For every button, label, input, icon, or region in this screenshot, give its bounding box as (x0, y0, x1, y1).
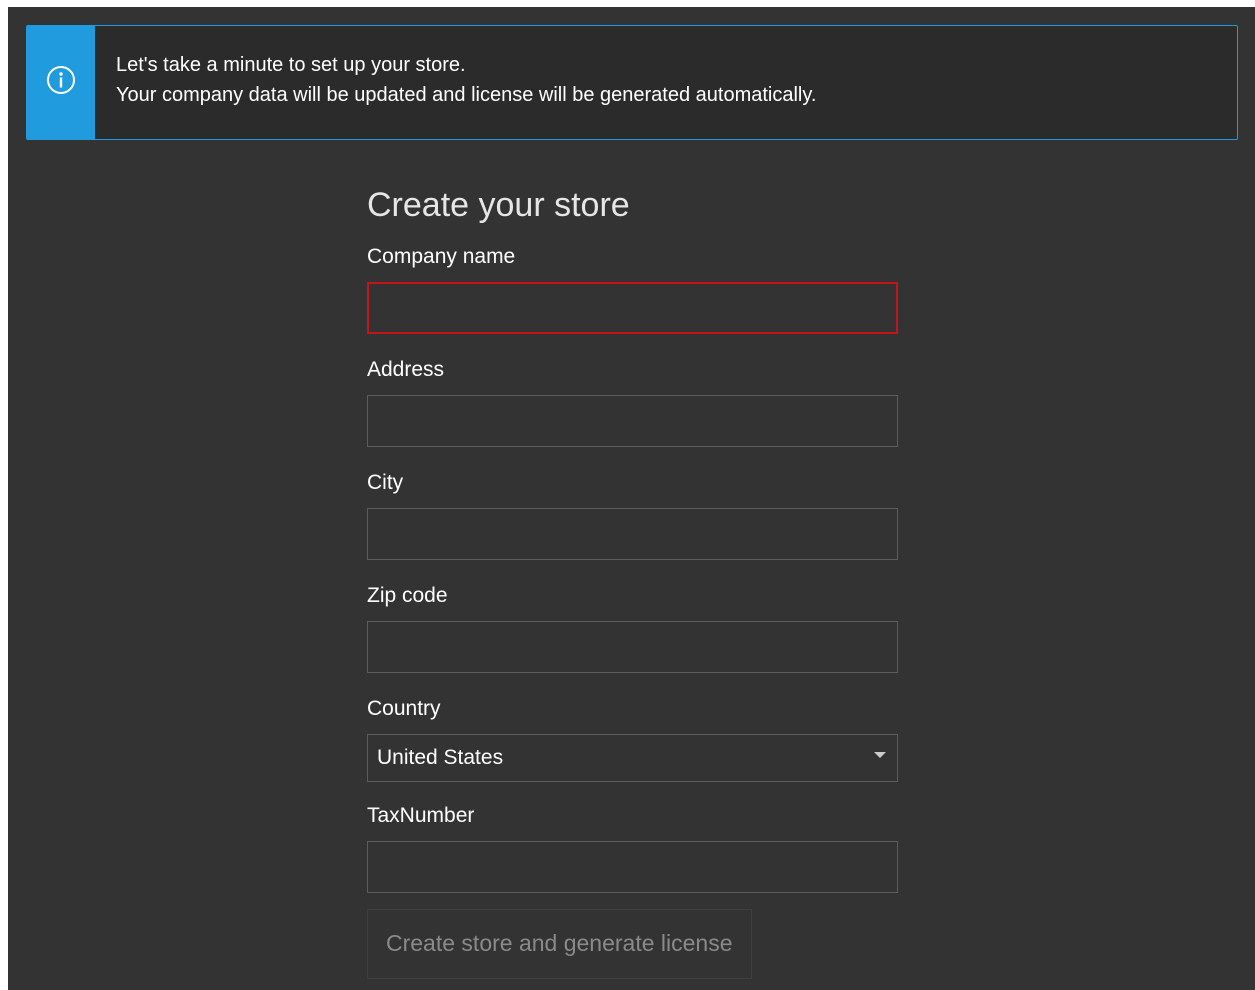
store-setup-window: Let's take a minute to set up your store… (8, 7, 1255, 990)
info-banner-line-1: Let's take a minute to set up your store… (116, 54, 466, 76)
address-input[interactable] (367, 395, 898, 447)
tax-number-label: TaxNumber (367, 804, 475, 827)
tax-number-input[interactable] (367, 841, 898, 893)
info-banner-icon-box (27, 26, 95, 139)
info-banner: Let's take a minute to set up your store… (26, 25, 1238, 140)
page-title: Create your store (367, 186, 630, 224)
address-label: Address (367, 358, 445, 381)
country-select[interactable]: United States (367, 734, 898, 782)
zip-code-input[interactable] (367, 621, 898, 673)
city-input[interactable] (367, 508, 898, 560)
caret-down-icon (874, 752, 886, 758)
zip-code-label: Zip code (367, 584, 448, 607)
create-store-button[interactable]: Create store and generate license (367, 909, 752, 979)
create-store-form: Create your store Company name Address C… (367, 185, 899, 979)
company-name-input[interactable] (367, 282, 898, 334)
country-select-value: United States (377, 746, 504, 769)
company-name-label: Company name (367, 245, 516, 268)
country-label: Country (367, 697, 441, 720)
info-circle-icon (46, 65, 76, 100)
info-banner-line-2: Your company data will be updated and li… (116, 84, 817, 106)
info-banner-text: Let's take a minute to set up your store… (95, 26, 816, 139)
city-label: City (367, 471, 404, 494)
